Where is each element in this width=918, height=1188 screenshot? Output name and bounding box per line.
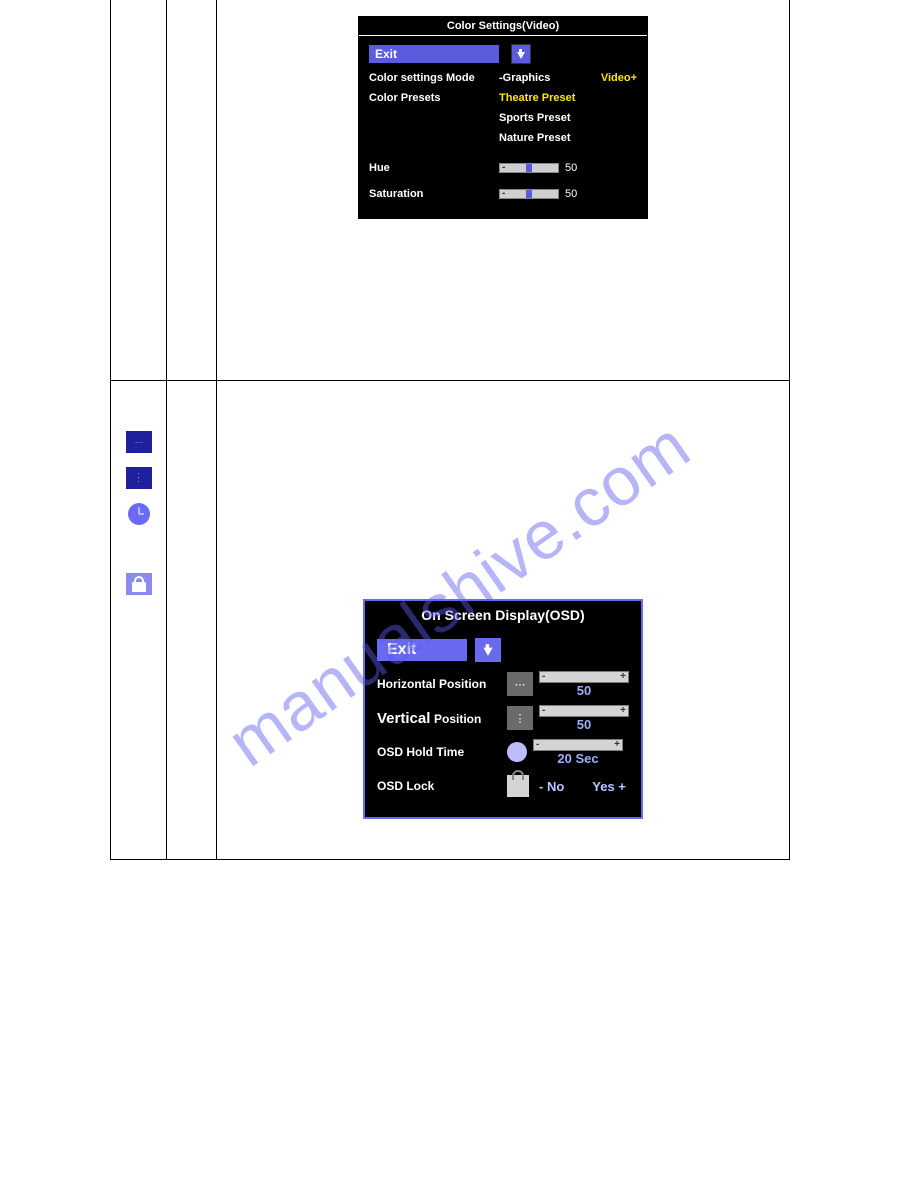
row2-hpos: Horizontal Position ⋯ -+ 50 [377, 667, 629, 701]
hpos-label: Horizontal Position [377, 677, 507, 691]
mid-narrow-col [167, 0, 217, 380]
row-preset-nature: Nature Preset [369, 128, 637, 148]
preset-sports[interactable]: Sports Preset [499, 112, 571, 124]
presets-label: Color Presets [369, 92, 499, 104]
vpos-label-b: Position [434, 712, 481, 726]
mode-video[interactable]: Video+ [601, 72, 637, 84]
vpos-label-a: Vertical [377, 710, 430, 727]
row2-lock: OSD Lock - No Yes + [377, 769, 629, 803]
hpos-mini-icon: ⋯ [507, 672, 533, 696]
mode-graphics[interactable]: -Graphics [499, 72, 550, 84]
lock-icon [126, 573, 152, 595]
section-osd: ··· On Screen Display(OSD) Exit [110, 380, 790, 860]
clock-icon [126, 503, 152, 525]
hpos-icon [126, 431, 152, 453]
row-preset-sports: Sports Preset [369, 108, 637, 128]
right-col: Color Settings(Video) Exit Color setting… [217, 0, 789, 380]
osd-panel-color-settings: Color Settings(Video) Exit Color setting… [358, 16, 648, 219]
row-saturation: Saturation 50 [369, 184, 637, 204]
vpos-slider-stack: -+ 50 [539, 705, 629, 732]
panel2-title: On Screen Display(OSD) [365, 601, 641, 629]
saturation-label: Saturation [369, 188, 499, 200]
hold-value: 20 Sec [533, 751, 623, 766]
hold-clock-icon [507, 742, 527, 762]
row-exit: Exit [369, 44, 637, 64]
row-hue: Hue 50 [369, 158, 637, 178]
vpos-icon: ··· [126, 467, 152, 489]
lock-no[interactable]: - No [539, 779, 564, 794]
hue-label: Hue [369, 162, 499, 174]
lock-mini-icon [507, 775, 529, 797]
row2-exit: Exit [377, 633, 629, 667]
lock-label: OSD Lock [377, 779, 507, 793]
lock-yes[interactable]: Yes + [592, 779, 626, 794]
vpos-slider[interactable]: -+ [539, 705, 629, 717]
left-narrow-col-2: ··· [111, 381, 167, 859]
row2-hold: OSD Hold Time -+ 20 Sec [377, 735, 629, 769]
hpos-slider[interactable]: -+ [539, 671, 629, 683]
hold-slider-stack: -+ 20 Sec [533, 739, 623, 766]
panel-body: Exit Color settings Mode -Graphics Video… [359, 36, 647, 218]
vpos-mini-icon: ⋮ [507, 706, 533, 730]
hpos-value: 50 [539, 683, 629, 698]
exit-item[interactable]: Exit [369, 45, 499, 63]
panel2-body: Exit Horizontal Position ⋯ -+ 50 [365, 629, 641, 817]
row-mode: Color settings Mode -Graphics Video+ [369, 68, 637, 88]
saturation-value: 50 [565, 188, 577, 200]
vpos-label: Vertical Position [377, 710, 507, 727]
mode-label: Color settings Mode [369, 72, 499, 84]
mid-narrow-col-2 [167, 381, 217, 859]
vpos-value: 50 [539, 717, 629, 732]
preset-theatre[interactable]: Theatre Preset [499, 92, 575, 104]
hue-value: 50 [565, 162, 577, 174]
saturation-slider[interactable] [499, 189, 559, 199]
right-col-2: On Screen Display(OSD) Exit Horizontal P… [217, 381, 789, 859]
osd-panel-osd-settings: On Screen Display(OSD) Exit Horizontal P… [363, 599, 643, 819]
hue-slider[interactable] [499, 163, 559, 173]
exit2-run-icon [475, 638, 501, 662]
hpos-slider-stack: -+ 50 [539, 671, 629, 698]
row2-vpos: Vertical Position ⋮ -+ 50 [377, 701, 629, 735]
manual-page: Color Settings(Video) Exit Color setting… [110, 0, 790, 860]
hold-slider[interactable]: -+ [533, 739, 623, 751]
section-color-settings: Color Settings(Video) Exit Color setting… [110, 0, 790, 380]
exit2-item[interactable]: Exit [377, 639, 467, 661]
row-presets: Color Presets Theatre Preset [369, 88, 637, 108]
panel-title: Color Settings(Video) [359, 17, 647, 36]
exit-run-icon [511, 44, 531, 64]
left-narrow-col [111, 0, 167, 380]
preset-nature[interactable]: Nature Preset [499, 132, 571, 144]
hold-label: OSD Hold Time [377, 745, 507, 759]
